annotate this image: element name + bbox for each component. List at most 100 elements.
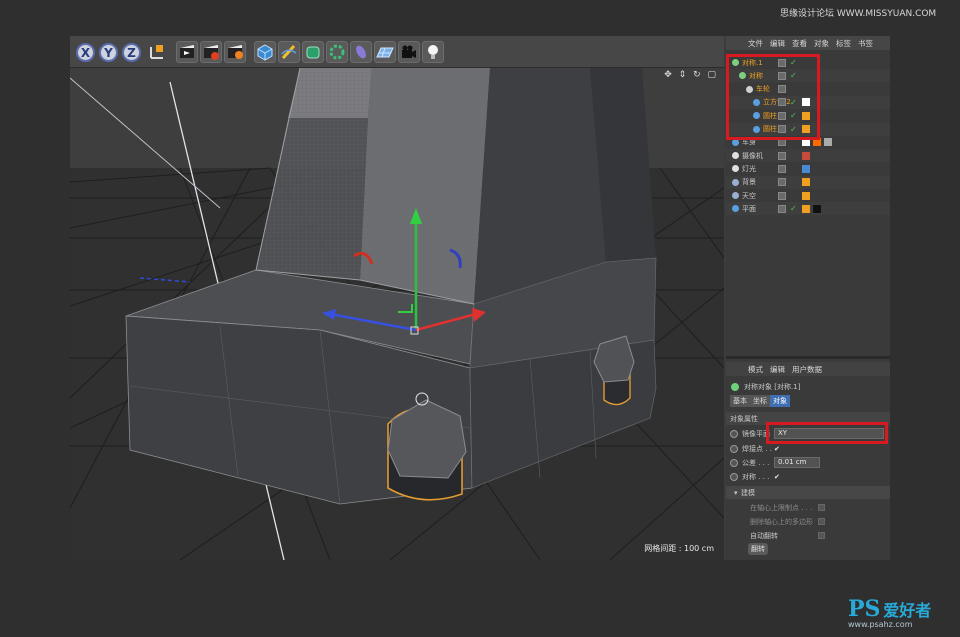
car-model-scene — [70, 68, 724, 560]
menu-file[interactable]: 文件 — [748, 38, 763, 49]
tolerance-row: 公差 . . . 0.01 cm — [726, 456, 890, 469]
object-title: 对称对象 [对称.1] — [744, 382, 801, 391]
grid-spacing-label: 网格间距 : 100 cm — [644, 544, 714, 553]
render-settings-icon[interactable] — [224, 41, 246, 63]
delete-polygons-label: 删除轴心上的多边形 — [750, 517, 813, 526]
tab-basic[interactable]: 基本 — [730, 395, 750, 407]
symmetric-row: 对称 . . . ✔ — [726, 470, 890, 483]
object-row[interactable]: 天空 — [726, 189, 890, 202]
object-row[interactable]: 背景 — [726, 175, 890, 189]
weld-points-radio[interactable] — [730, 444, 738, 453]
visibility-toggle[interactable] — [778, 151, 786, 160]
object-row[interactable]: 平面 ✓ — [726, 202, 890, 216]
clamp-points-row: 在轴心上限制点 . . . — [726, 501, 890, 514]
modeling-label: 建模 — [741, 488, 755, 497]
camera-icon[interactable] — [398, 41, 420, 63]
object-type-icon — [732, 165, 739, 173]
menu-view[interactable]: 查看 — [792, 38, 807, 49]
visibility-toggle[interactable] — [778, 204, 786, 213]
menu-user-data[interactable]: 用户数据 — [792, 364, 822, 375]
clamp-points-checkbox[interactable] — [818, 504, 825, 511]
delete-polygons-row: 删除轴心上的多边形 — [726, 515, 890, 528]
highlight-box-mirror-plane — [766, 422, 888, 444]
x-axis-button[interactable]: X — [76, 43, 95, 62]
symmetric-radio[interactable] — [730, 472, 738, 481]
object-name[interactable]: 平面 — [742, 204, 756, 214]
viewport-nav-icons[interactable]: ✥ ⇕ ↻ ▢ — [664, 70, 718, 80]
object-name[interactable]: 背景 — [742, 177, 756, 187]
tab-object[interactable]: 对象 — [770, 395, 790, 407]
object-name[interactable]: 摄像机 — [742, 151, 763, 161]
right-panel: 文件 编辑 查看 对象 标签 书签 对称.1 ✓ 对称 ✓ 车轮 立方体.2 ✓ 圆柱.1 ✓ 圆… — [726, 36, 890, 560]
modeling-section[interactable]: ▾ 建模 — [726, 486, 890, 499]
object-type-icon — [732, 192, 739, 199]
flip-button[interactable]: 翻转 — [748, 543, 768, 555]
highlight-box-objects — [726, 54, 820, 140]
object-row[interactable]: 灯光 — [726, 162, 890, 175]
chevron-down-icon: ▾ — [734, 488, 738, 497]
tag-icon[interactable] — [802, 151, 810, 160]
section-label: 对象属性 — [730, 414, 758, 423]
symmetric-label: 对称 . . . — [742, 472, 770, 481]
tag-icon[interactable] — [802, 204, 810, 213]
auto-flip-row: 自动翻转 — [726, 529, 890, 542]
z-axis-button[interactable]: Z — [122, 43, 141, 62]
object-type-icon — [732, 178, 739, 186]
watermark-bottom: PS 爱好者 www.psahz.com — [848, 596, 931, 629]
y-axis-button[interactable]: Y — [99, 43, 118, 62]
tag-icon[interactable] — [824, 138, 832, 147]
weld-points-label: 焊接点 . . — [742, 444, 772, 453]
watermark-top: 思缘设计论坛 WWW.MISSYUAN.COM — [780, 9, 937, 19]
menu-edit[interactable]: 编辑 — [770, 38, 785, 49]
object-row[interactable]: 摄像机 — [726, 149, 890, 163]
weld-points-row: 焊接点 . . ✔ — [726, 442, 890, 455]
visibility-toggle[interactable] — [778, 178, 786, 187]
render-view-icon[interactable] — [176, 41, 198, 63]
object-manager-menu: 文件 编辑 查看 对象 标签 书签 — [726, 36, 890, 50]
deformer-icon[interactable] — [350, 41, 372, 63]
subdivision-icon[interactable] — [302, 41, 324, 63]
tolerance-label: 公差 . . . — [742, 458, 770, 467]
menu-object[interactable]: 对象 — [814, 38, 829, 49]
array-icon[interactable] — [326, 41, 348, 63]
object-type-icon — [732, 152, 739, 160]
mirror-plane-radio[interactable] — [730, 429, 738, 438]
tag-icon[interactable] — [802, 178, 810, 187]
auto-flip-checkbox[interactable] — [818, 532, 825, 539]
enabled-check-icon[interactable]: ✓ — [790, 204, 797, 213]
watermark-url: www.psahz.com — [848, 620, 913, 629]
tag-icon[interactable] — [813, 204, 821, 213]
tolerance-input[interactable]: 0.01 cm — [774, 457, 820, 468]
weld-points-checkbox[interactable]: ✔ — [774, 445, 780, 453]
coordinate-system-icon[interactable] — [146, 41, 168, 63]
tolerance-radio[interactable] — [730, 458, 738, 467]
tag-icon[interactable] — [802, 164, 810, 173]
floor-icon[interactable] — [374, 41, 396, 63]
light-icon[interactable] — [422, 41, 444, 63]
tab-coord[interactable]: 坐标 — [750, 395, 770, 407]
cinema4d-window: X Y Z ✥ ⇕ ↻ ▢ 网格间距: 100 cm 文件 编辑 查看 对象 … — [70, 36, 890, 560]
visibility-toggle[interactable] — [778, 164, 786, 173]
symmetry-icon — [731, 382, 739, 391]
panel-divider — [726, 356, 890, 359]
watermark-logo: PS — [848, 596, 881, 622]
object-name[interactable]: 天空 — [742, 191, 756, 201]
auto-flip-label: 自动翻转 — [750, 531, 778, 540]
attributes-menu: 模式 编辑 用户数据 — [726, 362, 890, 376]
symmetric-checkbox[interactable]: ✔ — [774, 473, 780, 481]
cube-icon[interactable] — [254, 41, 276, 63]
menu-attr-edit[interactable]: 编辑 — [770, 364, 785, 375]
menu-bookmarks[interactable]: 书签 — [858, 38, 873, 49]
render-picture-queue-icon[interactable] — [200, 41, 222, 63]
3d-viewport[interactable]: ✥ ⇕ ↻ ▢ 网格间距 : 100 cm — [70, 68, 724, 560]
menu-tags[interactable]: 标签 — [836, 38, 851, 49]
menu-mode[interactable]: 模式 — [748, 364, 763, 375]
attribute-title-row: 对称对象 [对称.1] — [726, 380, 890, 393]
pen-spline-icon[interactable] — [278, 41, 300, 63]
visibility-toggle[interactable] — [778, 191, 786, 200]
tag-icon[interactable] — [802, 191, 810, 200]
object-name[interactable]: 灯光 — [742, 164, 756, 174]
main-toolbar: X Y Z — [70, 36, 724, 68]
delete-polygons-checkbox[interactable] — [818, 518, 825, 525]
object-type-icon — [732, 205, 739, 213]
